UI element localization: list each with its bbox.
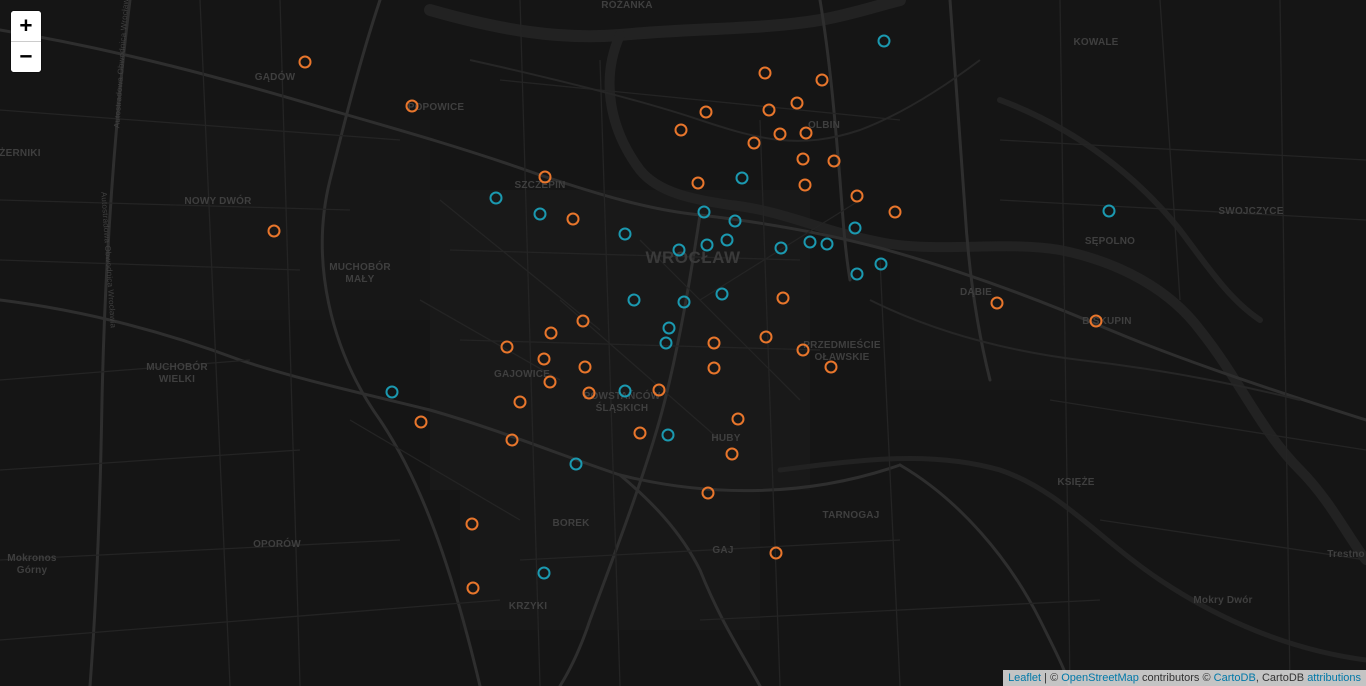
map-marker-orange[interactable]: [701, 486, 715, 500]
map-marker-orange[interactable]: [505, 433, 519, 447]
map-marker-orange[interactable]: [465, 517, 479, 531]
map-marker-orange[interactable]: [773, 127, 787, 141]
map-marker-blue[interactable]: [533, 207, 547, 221]
map-marker-orange[interactable]: [537, 352, 551, 366]
map-marker-blue[interactable]: [627, 293, 641, 307]
map-marker-blue[interactable]: [489, 191, 503, 205]
openstreetmap-link[interactable]: OpenStreetMap: [1061, 672, 1139, 684]
map-marker-orange[interactable]: [674, 123, 688, 137]
map-marker-orange[interactable]: [500, 340, 514, 354]
map-marker-orange[interactable]: [762, 103, 776, 117]
map-marker-orange[interactable]: [578, 360, 592, 374]
map-marker-orange[interactable]: [466, 581, 480, 595]
map-marker-orange[interactable]: [652, 383, 666, 397]
map-marker-orange[interactable]: [815, 73, 829, 87]
map-marker-blue[interactable]: [700, 238, 714, 252]
map-marker-orange[interactable]: [707, 336, 721, 350]
map-marker-orange[interactable]: [731, 412, 745, 426]
leaflet-link[interactable]: Leaflet: [1008, 672, 1041, 684]
map-marker-orange[interactable]: [888, 205, 902, 219]
map-marker-orange[interactable]: [824, 360, 838, 374]
map-marker-blue[interactable]: [803, 235, 817, 249]
map-marker-orange[interactable]: [798, 178, 812, 192]
attribution-contributors-text: contributors ©: [1138, 672, 1214, 684]
map-marker-orange[interactable]: [1089, 314, 1103, 328]
map-marker-orange[interactable]: [582, 386, 596, 400]
map-marker-orange[interactable]: [691, 176, 705, 190]
map-marker-blue[interactable]: [677, 295, 691, 309]
map-marker-orange[interactable]: [725, 447, 739, 461]
map-marker-blue[interactable]: [618, 384, 632, 398]
map-marker-blue[interactable]: [1102, 204, 1116, 218]
map-marker-blue[interactable]: [774, 241, 788, 255]
map-marker-orange[interactable]: [414, 415, 428, 429]
map-marker-orange[interactable]: [699, 105, 713, 119]
attribution-separator: | ©: [1041, 672, 1062, 684]
map-marker-orange[interactable]: [799, 126, 813, 140]
map-marker-orange[interactable]: [544, 326, 558, 340]
map-marker-orange[interactable]: [796, 343, 810, 357]
map-marker-blue[interactable]: [877, 34, 891, 48]
map-marker-orange[interactable]: [633, 426, 647, 440]
map-marker-blue[interactable]: [850, 267, 864, 281]
map-marker-orange[interactable]: [759, 330, 773, 344]
map-marker-orange[interactable]: [566, 212, 580, 226]
map-marker-blue[interactable]: [820, 237, 834, 251]
zoom-control: + −: [11, 11, 41, 72]
cartodb-link[interactable]: CartoDB: [1214, 672, 1256, 684]
map-marker-blue[interactable]: [618, 227, 632, 241]
map-marker-blue[interactable]: [659, 336, 673, 350]
map-marker-blue[interactable]: [697, 205, 711, 219]
map-marker-blue[interactable]: [537, 566, 551, 580]
map-marker-orange[interactable]: [707, 361, 721, 375]
map-marker-orange[interactable]: [758, 66, 772, 80]
map-marker-blue[interactable]: [715, 287, 729, 301]
map-marker-blue[interactable]: [661, 428, 675, 442]
map-marker-blue[interactable]: [874, 257, 888, 271]
basemap-tiles: [0, 0, 1366, 686]
map-marker-orange[interactable]: [405, 99, 419, 113]
map-marker-blue[interactable]: [735, 171, 749, 185]
map-marker-orange[interactable]: [576, 314, 590, 328]
map-marker-blue[interactable]: [720, 233, 734, 247]
zoom-out-button[interactable]: −: [11, 41, 41, 72]
map-marker-orange[interactable]: [990, 296, 1004, 310]
map-marker-blue[interactable]: [385, 385, 399, 399]
map-marker-orange[interactable]: [776, 291, 790, 305]
map-marker-blue[interactable]: [848, 221, 862, 235]
map-marker-blue[interactable]: [569, 457, 583, 471]
zoom-in-button[interactable]: +: [11, 11, 41, 41]
map-marker-orange[interactable]: [790, 96, 804, 110]
map-marker-orange[interactable]: [827, 154, 841, 168]
map-container[interactable]: RÓŻANKA GĄDÓW POPOWICE ŻERNIKI NOWY DWÓR…: [0, 0, 1366, 686]
map-marker-orange[interactable]: [747, 136, 761, 150]
map-marker-blue[interactable]: [662, 321, 676, 335]
map-marker-orange[interactable]: [543, 375, 557, 389]
map-marker-orange[interactable]: [513, 395, 527, 409]
map-marker-orange[interactable]: [298, 55, 312, 69]
attribution-cartodb-text: , CartoDB: [1255, 672, 1308, 684]
map-marker-blue[interactable]: [672, 243, 686, 257]
attributions-link[interactable]: attributions: [1307, 672, 1361, 684]
map-marker-orange[interactable]: [796, 152, 810, 166]
map-attribution: Leaflet | © OpenStreetMap contributors ©…: [1003, 670, 1366, 686]
map-marker-orange[interactable]: [850, 189, 864, 203]
map-marker-orange[interactable]: [267, 224, 281, 238]
map-marker-orange[interactable]: [769, 546, 783, 560]
map-marker-orange[interactable]: [538, 170, 552, 184]
map-marker-blue[interactable]: [728, 214, 742, 228]
